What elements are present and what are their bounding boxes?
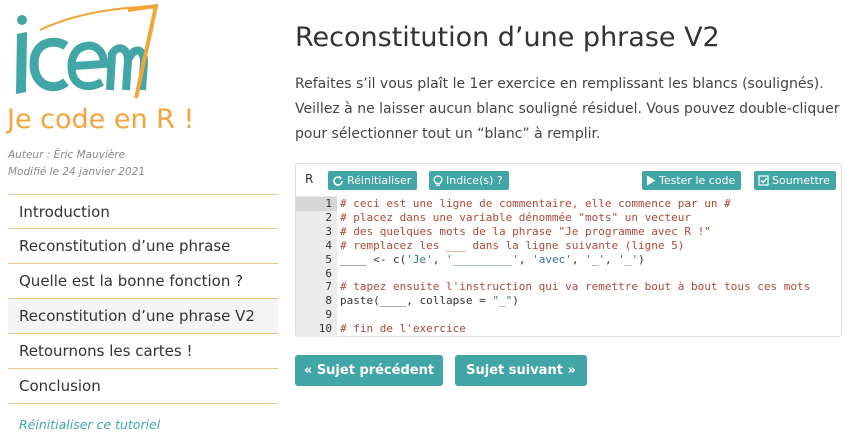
- reset-tutorial-link[interactable]: Réinitialiser ce tutoriel: [19, 417, 160, 432]
- toc-item-conclusion[interactable]: Conclusion: [8, 369, 278, 404]
- refresh-icon: [333, 175, 343, 186]
- check-square-icon: [758, 175, 769, 186]
- table-of-contents: Introduction Reconstitution d’une phrase…: [8, 194, 278, 404]
- toc-item-reconstitution-v2[interactable]: Reconstitution d’une phrase V2: [8, 299, 278, 334]
- code-line[interactable]: # des quelques mots de la phrase "Je pro…: [340, 225, 711, 239]
- code-line[interactable]: # tapez ensuite l'instruction qui va rem…: [340, 280, 810, 294]
- test-code-button[interactable]: Tester le code: [642, 171, 742, 190]
- code-line[interactable]: # fin de l'exercice: [340, 322, 466, 336]
- line-number: 1: [325, 197, 332, 210]
- line-number: 2: [325, 210, 332, 224]
- sidebar: Je code en R ! Auteur : Éric Mauvière Mo…: [0, 0, 285, 438]
- intro-text: Refaites s’il vous plaît le 1er exercice…: [295, 76, 840, 142]
- language-label: R: [305, 172, 314, 186]
- author-text: Auteur : Éric Mauvière: [8, 149, 126, 161]
- page-title: Reconstitution d’une phrase V2: [295, 22, 720, 53]
- line-number: 4: [325, 238, 332, 252]
- line-number: 10: [318, 322, 332, 336]
- submit-button[interactable]: Soumettre: [754, 171, 836, 190]
- code-line[interactable]: # remplacez les ___ dans la ligne suivan…: [340, 239, 684, 253]
- exercise-panel: R Réinitialiser Indice(s) ? Tester le co…: [295, 163, 842, 337]
- modified-date: Modifié le 24 janvier 2021: [8, 166, 146, 178]
- code-line[interactable]: paste(____, collapse = "_"): [340, 294, 519, 308]
- lightbulb-icon: [433, 174, 443, 186]
- toc-item-introduction[interactable]: Introduction: [8, 194, 278, 229]
- code-editor[interactable]: 1 2 3 4 5 6 7 8 9 10 # ceci est une ligne de comm…: [296, 196, 841, 337]
- line-number: 8: [325, 294, 332, 308]
- toc-item-retournons-cartes[interactable]: Retournons les cartes !: [8, 334, 278, 369]
- logo-graphic: [16, 3, 158, 99]
- line-number-gutter: 1 2 3 4 5 6 7 8 9 10: [296, 196, 337, 337]
- previous-topic-button[interactable]: « Sujet précédent: [295, 355, 443, 386]
- exercise-toolbar: R Réinitialiser Indice(s) ? Tester le co…: [296, 164, 841, 196]
- line-number: 6: [325, 266, 332, 280]
- hint-label: Indice(s) ?: [446, 174, 503, 187]
- icem-logo[interactable]: [8, 2, 158, 102]
- line-number: 9: [325, 308, 332, 322]
- test-code-label: Tester le code: [659, 174, 736, 187]
- line-number: 7: [325, 280, 332, 294]
- toc-item-reconstitution[interactable]: Reconstitution d’une phrase: [8, 229, 278, 264]
- line-number: 3: [325, 224, 332, 238]
- hint-button[interactable]: Indice(s) ?: [429, 171, 509, 190]
- reset-code-label: Réinitialiser: [347, 174, 412, 187]
- play-icon: [647, 175, 656, 186]
- site-title: Je code en R !: [7, 104, 195, 135]
- reset-code-button[interactable]: Réinitialiser: [328, 171, 418, 190]
- code-line[interactable]: # ceci est une ligne de commentaire, ell…: [340, 197, 731, 211]
- line-number: 5: [325, 252, 332, 266]
- submit-label: Soumettre: [772, 174, 830, 187]
- main-content: Reconstitution d’une phrase V2 Refaites …: [295, 0, 845, 438]
- toc-item-bonne-fonction[interactable]: Quelle est la bonne fonction ?: [8, 264, 278, 299]
- next-topic-button[interactable]: Sujet suivant »: [455, 355, 587, 386]
- code-line[interactable]: ____ <- c('Je', '_________', 'avec', '_'…: [340, 253, 645, 267]
- code-line[interactable]: # placez dans une variable dénommée "mot…: [340, 211, 691, 225]
